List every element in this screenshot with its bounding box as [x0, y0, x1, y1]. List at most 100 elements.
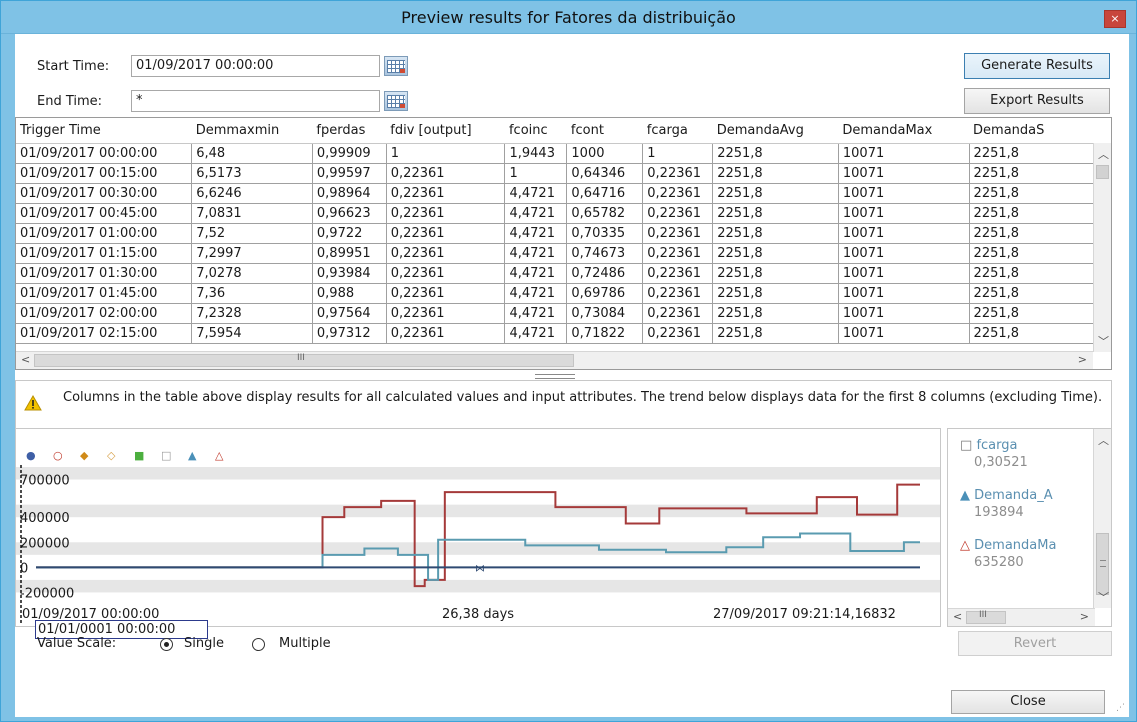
table-row[interactable]: 01/09/2017 00:30:006,62460,989640,223614… [16, 183, 1111, 203]
table-cell: 4,4721 [505, 283, 567, 303]
legend-h-scroll-thumb[interactable]: III [966, 611, 1006, 624]
y-tick-label: 700000 [20, 474, 70, 489]
table-row[interactable]: 01/09/2017 00:15:006,51730,995970,223611… [16, 163, 1111, 183]
series-symbol-icon[interactable]: ■ [134, 449, 144, 462]
table-cell: 2251,8 [969, 263, 1110, 283]
legend-item-value: 0,30521 [974, 455, 1028, 470]
table-cell: 0,71822 [567, 323, 643, 343]
table-cell: 2251,8 [713, 163, 839, 183]
legend-horizontal-scrollbar[interactable]: < III > [948, 608, 1095, 626]
table-cell: 6,5173 [192, 163, 313, 183]
title-bar[interactable]: Preview results for Fatores da distribui… [1, 1, 1136, 34]
column-header[interactable]: DemandaS [969, 118, 1110, 143]
table-cell: 10071 [838, 303, 969, 323]
table-cell: 0,96623 [312, 203, 386, 223]
trend-legend[interactable]: □ fcarga0,30521 ▲ Demanda_A193894 △ Demand… [947, 428, 1112, 627]
table-row[interactable]: 01/09/2017 02:15:007,59540,973120,223614… [16, 323, 1111, 343]
legend-vertical-scrollbar[interactable]: ︿ ﹀ [1093, 429, 1111, 608]
generate-results-button[interactable]: Generate Results [964, 53, 1110, 79]
series-symbol-icon[interactable]: ○ [53, 449, 63, 462]
table-row[interactable]: 01/09/2017 02:00:007,23280,975640,223614… [16, 303, 1111, 323]
resize-grip-icon[interactable]: ⋰ [1116, 703, 1124, 713]
table-cell: 01/09/2017 00:30:00 [16, 183, 192, 203]
export-results-button[interactable]: Export Results [964, 88, 1110, 114]
table-cell: 2251,8 [969, 223, 1110, 243]
table-row[interactable]: 01/09/2017 00:00:006,480,9990911,9443100… [16, 143, 1111, 163]
multiple-scale-radio[interactable] [252, 638, 265, 651]
table-row[interactable]: 01/09/2017 01:00:007,520,97220,223614,47… [16, 223, 1111, 243]
table-row[interactable]: 01/09/2017 01:45:007,360,9880,223614,472… [16, 283, 1111, 303]
legend-scroll-thumb[interactable] [1096, 533, 1109, 595]
scroll-up-icon[interactable]: ︿ [1098, 432, 1109, 448]
table-cell: 0,22361 [386, 283, 505, 303]
vertical-scroll-thumb[interactable] [1096, 165, 1109, 179]
table-vertical-scrollbar[interactable]: ︿ ﹀ [1093, 143, 1111, 352]
results-table[interactable]: Trigger TimeDemmaxminfperdasfdiv [output… [15, 117, 1112, 370]
chart-end-time: 27/09/2017 09:21:14,16832 [713, 607, 896, 622]
table-cell: 01/09/2017 01:45:00 [16, 283, 192, 303]
column-header[interactable]: fperdas [312, 118, 386, 143]
start-calendar-icon[interactable] [384, 56, 408, 76]
scroll-right-icon[interactable]: > [1080, 610, 1089, 623]
table-cell: 0,22361 [643, 183, 713, 203]
table-cell: 7,0278 [192, 263, 313, 283]
table-cell: 2251,8 [969, 203, 1110, 223]
dialog-window: Preview results for Fatores da distribui… [0, 0, 1137, 722]
scroll-up-icon[interactable]: ︿ [1098, 146, 1109, 162]
legend-item[interactable]: □ fcarga0,30521 [960, 437, 1028, 471]
table-cell: 01/09/2017 00:45:00 [16, 203, 192, 223]
legend-item[interactable]: △ DemandaMa635280 [960, 537, 1056, 571]
scroll-left-icon[interactable]: < [953, 610, 962, 623]
table-cell: 01/09/2017 00:15:00 [16, 163, 192, 183]
table-cell: 0,98964 [312, 183, 386, 203]
series-symbol-icon[interactable]: △ [215, 449, 224, 462]
column-header[interactable]: fcarga [643, 118, 713, 143]
series-symbol-icon[interactable]: □ [161, 449, 171, 462]
table-cell: 7,0831 [192, 203, 313, 223]
series-symbol-icon[interactable]: ● [26, 449, 36, 462]
column-header[interactable]: Trigger Time [16, 118, 192, 143]
column-header[interactable]: fcoinc [505, 118, 567, 143]
table-cell: 0,22361 [643, 283, 713, 303]
table-cell: 0,70335 [567, 223, 643, 243]
scroll-down-icon[interactable]: ﹀ [1098, 333, 1109, 349]
scroll-down-icon[interactable]: ﹀ [1098, 589, 1109, 605]
series-symbol-icon[interactable]: ◆ [80, 449, 89, 462]
table-cell: 0,22361 [386, 183, 505, 203]
series-symbol-icon[interactable]: ▲ [188, 449, 197, 462]
table-cell: 10071 [838, 283, 969, 303]
column-header[interactable]: fdiv [output] [386, 118, 505, 143]
table-cell: 0,93984 [312, 263, 386, 283]
table-row[interactable]: 01/09/2017 01:30:007,02780,939840,223614… [16, 263, 1111, 283]
table-cell: 0,22361 [386, 303, 505, 323]
scroll-grip: III [297, 353, 305, 363]
start-time-input[interactable]: 01/09/2017 00:00:00 [131, 55, 380, 77]
scroll-right-icon[interactable]: > [1078, 353, 1087, 366]
trend-chart[interactable]: ●○◆◇■□▲△7000004000002000000-200000⋈ 01/0… [15, 428, 941, 627]
end-time-input[interactable]: * [131, 90, 380, 112]
revert-button[interactable]: Revert [958, 631, 1112, 656]
close-button[interactable]: Close [951, 690, 1105, 714]
single-scale-radio[interactable] [160, 638, 173, 651]
end-calendar-icon[interactable] [384, 91, 408, 111]
y-tick-label: -200000 [20, 586, 74, 601]
table-row[interactable]: 01/09/2017 00:45:007,08310,966230,223614… [16, 203, 1111, 223]
column-header[interactable]: fcont [567, 118, 643, 143]
table-cell: 0,69786 [567, 283, 643, 303]
table-cell: 01/09/2017 01:00:00 [16, 223, 192, 243]
series-symbol-icon[interactable]: ◇ [107, 449, 116, 462]
table-horizontal-scrollbar[interactable]: < III > [16, 351, 1093, 369]
column-header[interactable]: DemandaAvg [713, 118, 839, 143]
column-header[interactable]: Demmaxmin [192, 118, 313, 143]
scroll-left-icon[interactable]: < [21, 353, 30, 366]
column-header[interactable]: DemandaMax [838, 118, 969, 143]
grid-band [16, 542, 940, 555]
legend-item[interactable]: ▲ Demanda_A193894 [960, 487, 1053, 521]
table-cell: 0,22361 [386, 223, 505, 243]
panel-splitter[interactable] [15, 372, 1112, 380]
table-row[interactable]: 01/09/2017 01:15:007,29970,899510,223614… [16, 243, 1111, 263]
close-window-button[interactable]: × [1104, 10, 1126, 28]
table-cell: 0,9722 [312, 223, 386, 243]
horizontal-scroll-thumb[interactable]: III [34, 354, 574, 367]
legend-item-value: 635280 [974, 555, 1024, 570]
